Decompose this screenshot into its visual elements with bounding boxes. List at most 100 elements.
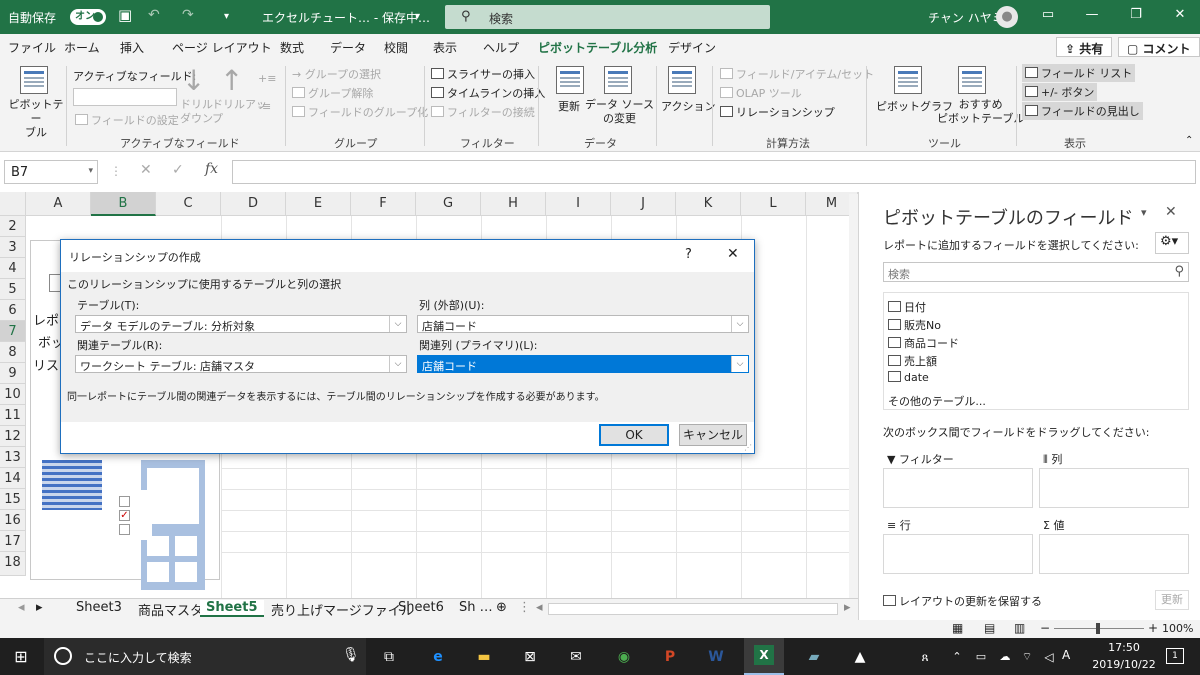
formula-input[interactable]	[232, 160, 1196, 184]
horizontal-scrollbar[interactable]	[548, 603, 838, 615]
cancel-icon[interactable]: ✕	[140, 162, 152, 178]
cloud-icon[interactable]: ☁	[994, 646, 1016, 668]
tab-home[interactable]: ホーム	[64, 39, 100, 56]
collapse-ribbon-icon[interactable]: ⌃	[1185, 135, 1193, 146]
sheet-nav-left-icon[interactable]: ◂	[12, 600, 31, 615]
zoom-slider-thumb[interactable]	[1096, 623, 1100, 634]
row-header[interactable]: 14	[0, 468, 26, 489]
store-icon[interactable]: ⊠	[519, 646, 541, 668]
field-settings-button[interactable]: フィールドの設定	[75, 112, 179, 128]
more-tables-link[interactable]: その他のテーブル...	[888, 393, 986, 409]
refresh-button[interactable]: 更新	[558, 98, 580, 114]
tab-pivot-analyze[interactable]: ピボットテーブル分析	[538, 39, 658, 62]
row-header[interactable]: 15	[0, 489, 26, 510]
tab-page-layout[interactable]: ページ レイアウト	[172, 39, 272, 56]
change-source-button[interactable]: データ ソース の変更	[585, 98, 654, 126]
drilldown-button[interactable]: ドリル ダウン	[180, 98, 213, 126]
sheet-tab-active[interactable]: Sheet5	[200, 600, 264, 617]
ok-button[interactable]: OK	[599, 424, 669, 446]
ime-indicator[interactable]: A	[1062, 648, 1070, 662]
tab-data[interactable]: データ	[330, 39, 366, 56]
tray-expand-icon[interactable]: ⌃	[946, 646, 968, 668]
clock-time[interactable]: 17:50	[1098, 641, 1150, 654]
edge-icon[interactable]: e	[427, 646, 449, 668]
minimize-icon[interactable]: —	[1082, 7, 1102, 22]
group-field-button[interactable]: フィールドのグループ化	[292, 104, 428, 120]
tab-file[interactable]: ファイル	[8, 39, 56, 56]
active-field-input[interactable]	[73, 88, 177, 106]
powerpoint-icon[interactable]: P	[659, 646, 681, 668]
column-header[interactable]: G	[416, 192, 481, 216]
sheet-tab[interactable]: 商品マスタ	[132, 600, 209, 619]
sheet-tab[interactable]: Sheet6	[392, 600, 450, 615]
olap-tools-button[interactable]: OLAP ツール	[720, 85, 802, 101]
people-icon[interactable]: ጸ	[914, 646, 936, 668]
redo-icon[interactable]: ↷	[182, 7, 194, 23]
tab-help[interactable]: ヘルプ	[483, 39, 519, 56]
pane-search-input[interactable]: 検索 ⚲	[883, 262, 1189, 282]
word-icon[interactable]: W	[705, 646, 727, 668]
restore-icon[interactable]: ❐	[1126, 7, 1146, 22]
sheet-nav-right-icon[interactable]: ▸	[30, 600, 49, 615]
row-header[interactable]: 6	[0, 300, 26, 321]
related-table-dropdown[interactable]: ワークシート テーブル: 店舗マスタ ⌵	[75, 355, 407, 373]
normal-view-icon[interactable]: ▦	[952, 621, 963, 635]
expand-field-icon[interactable]: +≡	[258, 72, 276, 85]
undo-icon[interactable]: ↶	[148, 7, 160, 23]
pivot-table-button[interactable]: ピボットテー ブル	[6, 98, 66, 140]
columns-drop-area[interactable]	[1039, 468, 1189, 508]
task-view-icon[interactable]: ⧉	[378, 646, 400, 668]
row-header[interactable]: 18	[0, 552, 26, 576]
actions-icon[interactable]	[668, 66, 696, 94]
column-header[interactable]: F	[351, 192, 416, 216]
row-header[interactable]: 3	[0, 237, 26, 258]
buttons-toggle[interactable]: +/- ボタン	[1022, 83, 1098, 101]
comment-button[interactable]: ▢ コメント	[1118, 37, 1200, 57]
photos-icon[interactable]: ▲	[849, 646, 871, 668]
battery-icon[interactable]: ▭	[970, 646, 992, 668]
field-list-toggle[interactable]: フィールド リスト	[1022, 64, 1136, 82]
defer-update-checkbox[interactable]: レイアウトの更新を保留する	[883, 593, 1042, 609]
group-selection-button[interactable]: → グループの選択	[292, 66, 381, 82]
row-header[interactable]: 16	[0, 510, 26, 531]
row-header[interactable]: 2	[0, 216, 26, 237]
table-dropdown[interactable]: データ モデルのテーブル: 分析対象 ⌵	[75, 315, 407, 333]
ribbon-display-icon[interactable]: ▭	[1038, 7, 1058, 22]
tab-view[interactable]: 表示	[433, 39, 457, 56]
dialog-close-icon[interactable]: ✕	[727, 246, 739, 262]
insert-timeline-button[interactable]: タイムラインの挿入	[431, 85, 545, 101]
row-header[interactable]: 11	[0, 405, 26, 426]
user-name[interactable]: チャン ハヤミ	[928, 9, 1004, 26]
tab-insert[interactable]: 挿入	[120, 39, 144, 56]
ungroup-button[interactable]: グループ解除	[292, 85, 373, 101]
field-item[interactable]: 日付	[888, 299, 926, 315]
recommended-pivot-button[interactable]: おすすめ ピボットテーブル	[937, 98, 1024, 126]
column-header[interactable]: I	[546, 192, 611, 216]
filter-drop-area[interactable]	[883, 468, 1033, 508]
fields-items-sets-button[interactable]: フィールド/アイテム/セット	[720, 66, 874, 82]
tab-formulas[interactable]: 数式	[280, 39, 304, 56]
windows-start-icon[interactable]: ⊞	[10, 646, 32, 668]
search-box[interactable]: ⚲ 検索	[445, 5, 770, 29]
page-break-view-icon[interactable]: ▥	[1014, 621, 1025, 635]
field-item[interactable]: 販売No	[888, 317, 941, 333]
row-header[interactable]: 13	[0, 447, 26, 468]
relationships-button[interactable]: リレーションシップ	[720, 104, 835, 120]
update-button[interactable]: 更新	[1155, 590, 1189, 610]
gear-icon[interactable]: ⚙▾	[1155, 232, 1189, 254]
column-header[interactable]: A	[26, 192, 91, 216]
resize-grip-icon[interactable]: ⋰	[744, 443, 752, 452]
zoom-level[interactable]: 100%	[1162, 622, 1193, 635]
vertical-scrollbar[interactable]	[849, 194, 858, 598]
column-header[interactable]: J	[611, 192, 676, 216]
share-button[interactable]: ⇪ 共有	[1056, 37, 1113, 57]
column-header[interactable]: D	[221, 192, 286, 216]
values-drop-area[interactable]	[1039, 534, 1189, 574]
column-header[interactable]: B	[91, 192, 156, 216]
pivot-table-icon[interactable]	[20, 66, 48, 94]
function-icon[interactable]: fx	[205, 161, 218, 177]
mail-icon[interactable]: ✉	[565, 646, 587, 668]
notes-icon[interactable]: ▰	[803, 646, 825, 668]
avatar[interactable]: ●	[996, 6, 1018, 28]
row-header[interactable]: 12	[0, 426, 26, 447]
